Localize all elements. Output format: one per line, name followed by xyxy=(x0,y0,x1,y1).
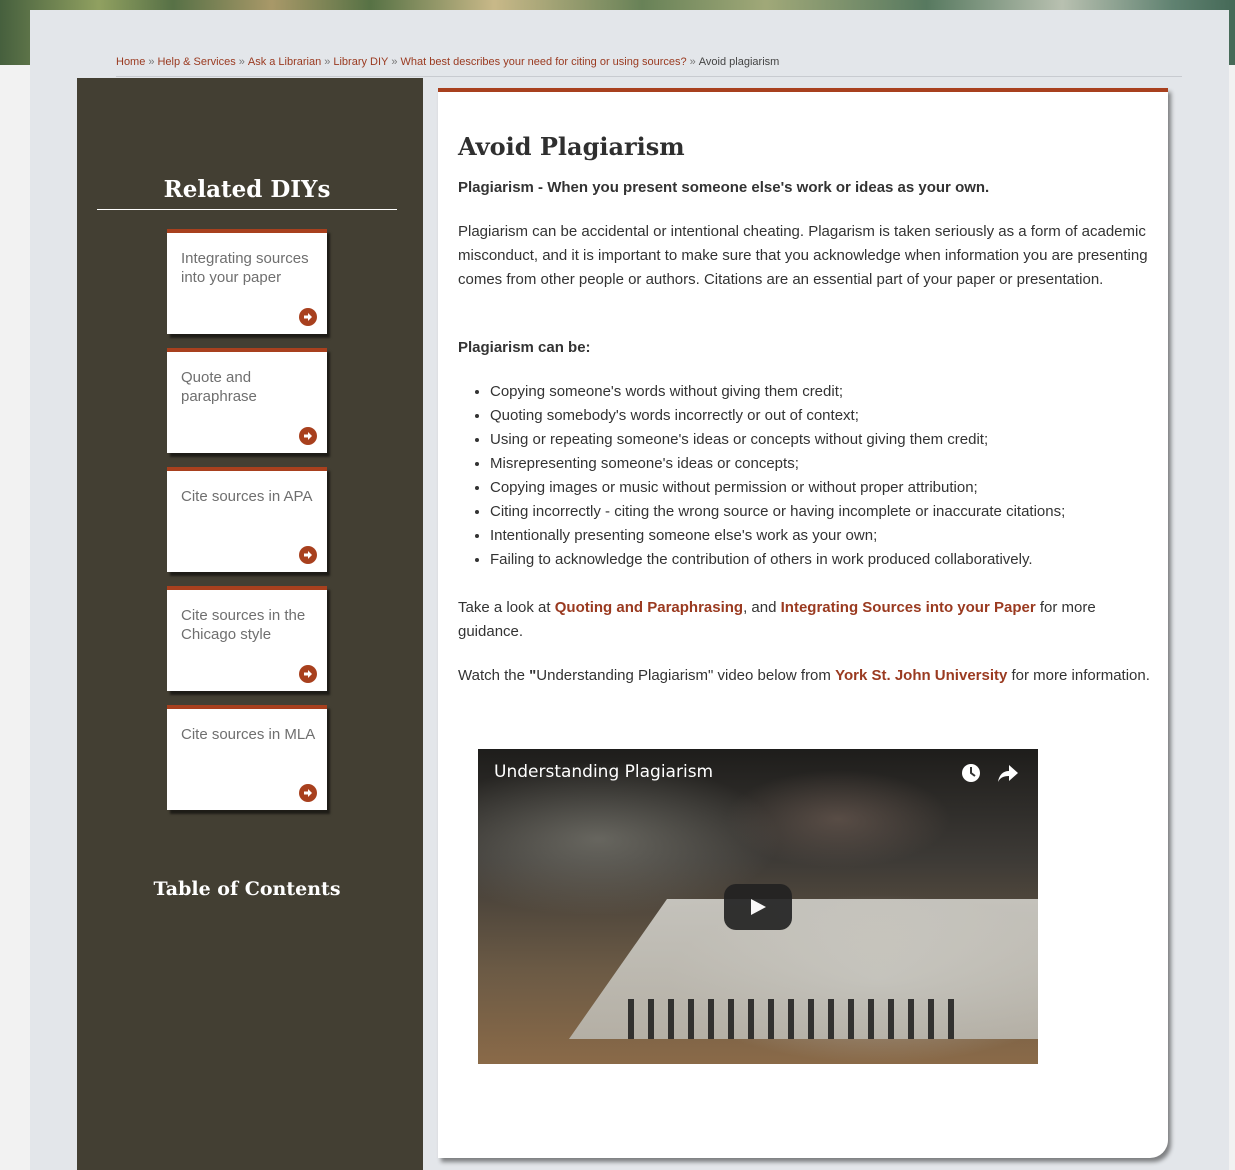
arrow-right-icon xyxy=(299,546,317,564)
sidebar: Related DIYs Integrating sources into yo… xyxy=(77,78,423,1170)
video-title[interactable]: Understanding Plagiarism xyxy=(494,762,713,782)
watch-text: for more information. xyxy=(1007,667,1150,684)
video-thumbnail-spiral xyxy=(628,999,958,1039)
plagiarism-definition: Plagiarism - When you present someone el… xyxy=(458,179,990,196)
watch-text: Understanding Plagiarism" video below fr… xyxy=(536,667,836,684)
diy-card-label: Quote and paraphrase xyxy=(181,369,257,405)
integrating-sources-link[interactable]: Integrating Sources into your Paper xyxy=(781,599,1036,616)
video-embed[interactable]: Understanding Plagiarism xyxy=(478,749,1038,1064)
play-button[interactable] xyxy=(724,884,792,930)
list-item: Copying someone's words without giving t… xyxy=(490,380,1150,404)
breadcrumb-separator: » xyxy=(238,56,245,68)
diy-card-integrating-sources[interactable]: Integrating sources into your paper xyxy=(167,229,327,334)
watch-paragraph: Watch the "Understanding Plagiarism" vid… xyxy=(458,664,1150,688)
breadcrumb-current: Avoid plagiarism xyxy=(698,56,780,68)
arrow-right-icon xyxy=(299,427,317,445)
arrow-right-icon xyxy=(299,784,317,802)
clock-icon[interactable] xyxy=(961,763,981,783)
list-item: Failing to acknowledge the contribution … xyxy=(490,548,1150,572)
breadcrumb-separator: » xyxy=(689,56,696,68)
diy-card-cite-mla[interactable]: Cite sources in MLA xyxy=(167,705,327,810)
list-item: Copying images or music without permissi… xyxy=(490,476,1150,500)
list-item: Quoting somebody's words incorrectly or … xyxy=(490,404,1150,428)
guidance-text: , and xyxy=(743,599,781,616)
table-of-contents-heading: Table of Contents xyxy=(153,878,341,900)
guidance-paragraph: Take a look at Quoting and Paraphrasing,… xyxy=(458,596,1150,644)
list-item: Intentionally presenting someone else's … xyxy=(490,524,1150,548)
diy-card-label: Cite sources in APA xyxy=(181,488,313,505)
breadcrumb-separator: » xyxy=(391,56,398,68)
guidance-text: Take a look at xyxy=(458,599,555,616)
list-heading: Plagiarism can be: xyxy=(458,339,591,356)
list-item: Citing incorrectly - citing the wrong so… xyxy=(490,500,1150,524)
arrow-right-icon xyxy=(299,665,317,683)
breadcrumb-home[interactable]: Home xyxy=(116,56,145,68)
list-item: Using or repeating someone's ideas or co… xyxy=(490,428,1150,452)
breadcrumb-help-services[interactable]: Help & Services xyxy=(157,56,235,68)
diy-card-cite-chicago[interactable]: Cite sources in the Chicago style xyxy=(167,586,327,691)
quoting-paraphrasing-link[interactable]: Quoting and Paraphrasing xyxy=(555,599,743,616)
diy-card-label: Cite sources in MLA xyxy=(181,726,316,743)
share-icon[interactable] xyxy=(997,763,1019,783)
diy-card-quote-paraphrase[interactable]: Quote and paraphrase xyxy=(167,348,327,453)
diy-card-label: Integrating sources into your paper xyxy=(181,250,309,286)
watch-text: Watch the xyxy=(458,667,530,684)
page-container: Home» Help & Services» Ask a Librarian» Lib… xyxy=(30,10,1229,1170)
arrow-right-icon xyxy=(299,308,317,326)
plagiarism-list: Copying someone's words without giving t… xyxy=(458,380,1150,572)
breadcrumb: Home» Help & Services» Ask a Librarian» Lib… xyxy=(116,54,1182,77)
diy-card-cite-apa[interactable]: Cite sources in APA xyxy=(167,467,327,572)
related-diys-heading: Related DIYs xyxy=(97,176,397,210)
breadcrumb-library-diy[interactable]: Library DIY xyxy=(333,56,388,68)
breadcrumb-ask-a-librarian[interactable]: Ask a Librarian xyxy=(248,56,321,68)
list-item: Misrepresenting someone's ideas or conce… xyxy=(490,452,1150,476)
intro-paragraph: Plagiarism can be accidental or intentio… xyxy=(458,223,1148,288)
main-content: Avoid Plagiarism Plagiarism - When you p… xyxy=(438,88,1168,1158)
breadcrumb-separator: » xyxy=(324,56,331,68)
play-icon xyxy=(751,899,766,915)
diy-card-label: Cite sources in the Chicago style xyxy=(181,607,306,643)
breadcrumb-citing-sources[interactable]: What best describes your need for citing… xyxy=(401,56,687,68)
breadcrumb-separator: » xyxy=(148,56,155,68)
page-title: Avoid Plagiarism xyxy=(458,132,685,161)
york-st-john-link[interactable]: York St. John University xyxy=(835,667,1007,684)
